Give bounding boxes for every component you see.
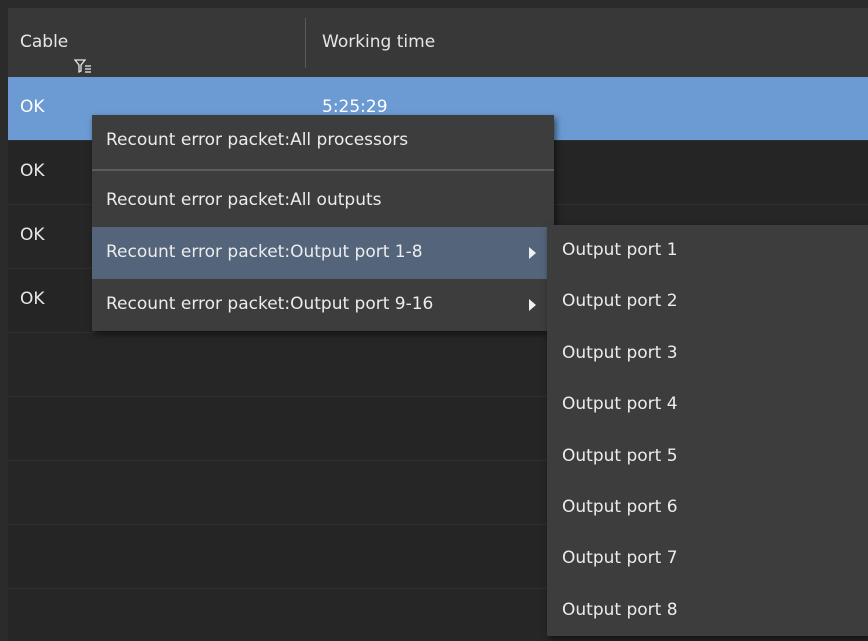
menu-item-recount-output-port-1-8[interactable]: Recount error packet:Output port 1-8 [92,227,554,279]
column-divider[interactable] [305,18,306,68]
submenu-arrow-icon [529,299,536,311]
submenu-item-output-port-6[interactable]: Output port 6 [547,482,868,533]
submenu-item-output-port-2[interactable]: Output port 2 [547,276,868,327]
grid-header: Cable Working time [8,8,868,77]
column-header-cable[interactable]: Cable [20,8,92,77]
submenu-item-output-port-5[interactable]: Output port 5 [547,431,868,482]
submenu-item-output-port-8[interactable]: Output port 8 [547,585,868,636]
filter-icon[interactable] [73,35,92,73]
submenu-arrow-icon [529,247,536,259]
submenu-item-output-port-7[interactable]: Output port 7 [547,533,868,584]
menu-item-recount-output-port-9-16[interactable]: Recount error packet:Output port 9-16 [92,279,554,331]
menu-item-label: Recount error packet:Output port 1-8 [106,242,423,262]
menu-separator [92,169,554,171]
column-header-cable-label: Cable [20,32,69,52]
cell-working-time: 5:25:29 [322,97,388,117]
menu-item-recount-all-outputs[interactable]: Recount error packet:All outputs [92,175,554,227]
menu-item-recount-all-processors[interactable]: Recount error packet:All processors [92,115,554,167]
submenu-item-output-port-4[interactable]: Output port 4 [547,379,868,430]
submenu-item-output-port-3[interactable]: Output port 3 [547,328,868,379]
menu-item-label: Recount error packet:Output port 9-16 [106,294,434,314]
submenu-item-output-port-1[interactable]: Output port 1 [547,225,868,276]
cell-cable-status: OK [20,97,45,117]
cell-cable-status: OK [20,161,45,181]
cell-cable-status: OK [20,289,45,309]
submenu-output-ports: Output port 1 Output port 2 Output port … [547,225,868,637]
context-menu: Recount error packet:All processors Reco… [92,115,554,331]
cell-cable-status: OK [20,225,45,245]
column-header-working-time[interactable]: Working time [322,8,435,77]
